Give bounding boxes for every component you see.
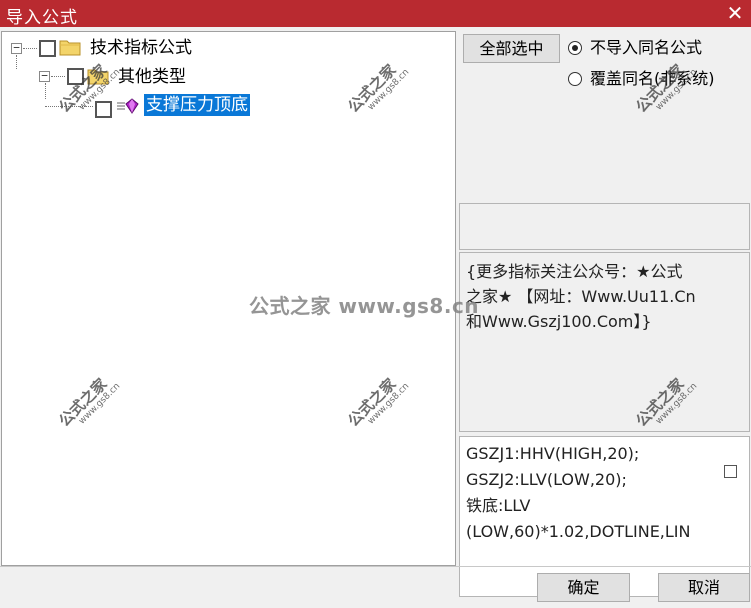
checkbox-support-resistance[interactable]	[95, 101, 112, 118]
code-line: (LOW,60)*1.02,DOTLINE,LIN	[466, 522, 691, 541]
checkbox-other-types[interactable]	[67, 68, 84, 85]
tree-connector	[23, 48, 37, 49]
radio-no-import-dot[interactable]	[568, 41, 582, 55]
tree-label-support-resistance[interactable]: 支撑压力顶底	[144, 94, 250, 116]
formula-gem-icon	[117, 98, 139, 114]
ok-button[interactable]: 确定	[537, 573, 630, 602]
window-title: 导入公式	[6, 8, 78, 28]
formula-name-field[interactable]	[459, 203, 750, 250]
folder-icon	[59, 40, 81, 56]
folder-icon	[87, 69, 109, 85]
checkbox-root[interactable]	[39, 40, 56, 57]
description-line: 之家★ 【网址：Www.Uu11.Cn	[466, 287, 696, 306]
options-panel: 全部选中 不导入同名公式 覆盖同名(非系统) {更多指标关注公众号：★公式 之家…	[458, 31, 751, 597]
tree-label-other-types: 其他类型	[118, 67, 186, 87]
tree-node-other-types[interactable]: − 其他类型	[38, 66, 218, 88]
tree-node-support-resistance[interactable]: 支撑压力顶底	[92, 94, 272, 118]
tree-connector	[45, 83, 46, 99]
radio-no-import-label: 不导入同名公式	[590, 38, 703, 57]
description-line: {更多指标关注公众号：★公式	[466, 262, 683, 281]
code-line: 铁底:LLV	[466, 496, 531, 515]
cancel-button[interactable]: 取消	[658, 573, 750, 602]
radio-overwrite-dot[interactable]	[568, 72, 582, 86]
code-line: GSZJ2:LLV(LOW,20);	[466, 470, 627, 489]
tree-connector	[51, 76, 65, 77]
select-all-button[interactable]: 全部选中	[463, 34, 560, 63]
code-checkbox[interactable]	[724, 465, 737, 478]
collapse-icon[interactable]: −	[39, 70, 50, 82]
description-line: 和Www.Gszj100.Com】}	[466, 312, 652, 331]
collapse-icon[interactable]: −	[11, 42, 22, 54]
formula-description: {更多指标关注公众号：★公式 之家★ 【网址：Www.Uu11.Cn 和Www.…	[459, 252, 750, 432]
title-bar: 导入公式 ✕	[0, 0, 751, 28]
tree-connector	[45, 106, 93, 107]
radio-no-import-same-name[interactable]: 不导入同名公式	[568, 38, 738, 60]
close-icon[interactable]: ✕	[723, 1, 747, 25]
watermark-main: 公式之家 www.gs8.cn	[249, 294, 480, 318]
tree-label-root: 技术指标公式	[90, 38, 192, 58]
radio-overwrite-same-name[interactable]: 覆盖同名(非系统)	[568, 69, 748, 91]
code-line: GSZJ1:HHV(HIGH,20);	[466, 444, 640, 463]
tree-connector	[16, 55, 17, 69]
tree-node-root[interactable]: − 技术指标公式	[10, 38, 220, 60]
radio-overwrite-label: 覆盖同名(非系统)	[590, 69, 715, 88]
footer-divider	[0, 566, 751, 567]
